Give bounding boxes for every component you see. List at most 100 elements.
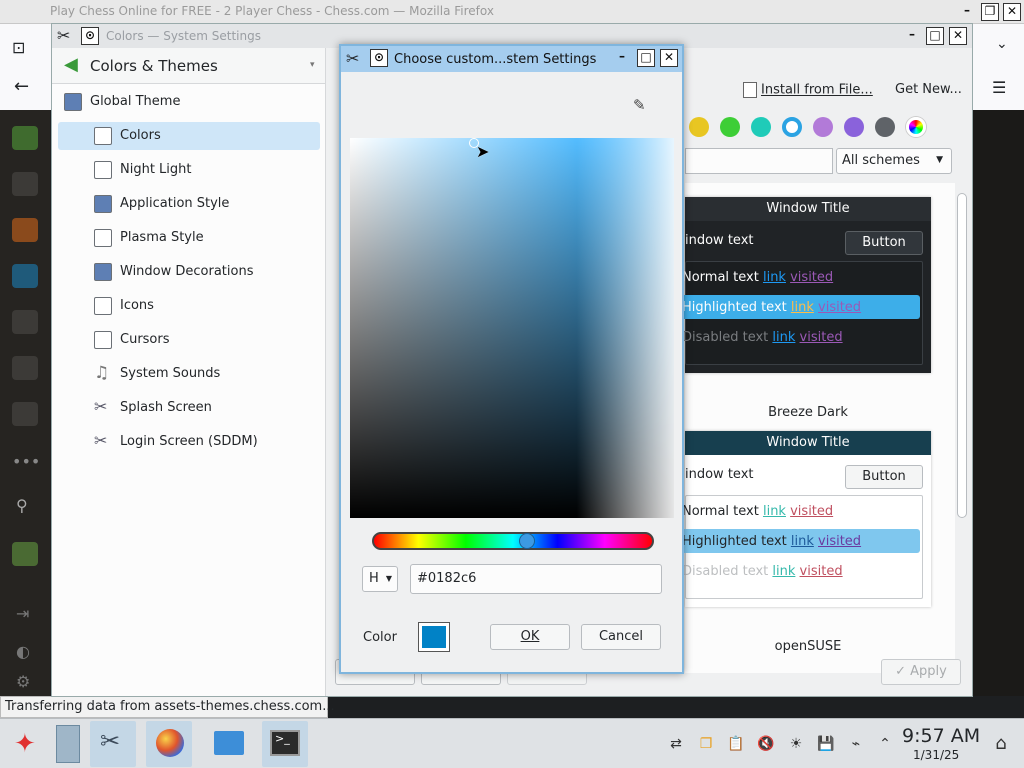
accent-swatch-lilac[interactable] — [813, 117, 833, 137]
taskbar: ✦ ✂ >_ ⇄ ❐ 📋 🔇 ☀ 💾 ⌁ ⌃ 9:57 AM 1/31/25 ⌂ — [0, 718, 1024, 768]
application-launcher-icon[interactable]: ✦ — [6, 721, 52, 767]
accent-swatch-gray[interactable] — [875, 117, 895, 137]
chess-learn-icon[interactable] — [12, 218, 38, 242]
chess-puzzles-icon[interactable] — [12, 172, 38, 196]
dialog-minimize-button[interactable]: – — [613, 49, 631, 67]
chess-login-icon[interactable]: ⇥ — [16, 604, 29, 623]
hue-slider-handle[interactable] — [519, 533, 535, 549]
chess-play-icon[interactable] — [12, 126, 38, 150]
scheme-preview-breeze-dark[interactable]: Window Title indow text Button Normal te… — [676, 197, 931, 373]
show-desktop-icon[interactable]: ⌂ — [988, 735, 1014, 753]
scheme-name-breeze-dark: Breeze Dark — [768, 405, 848, 420]
notifications-icon[interactable]: ❐ — [697, 735, 715, 753]
firefox-maximize-button[interactable]: ❐ — [981, 3, 999, 21]
expand-tray-icon[interactable]: ⌃ — [876, 735, 894, 753]
task-file-manager[interactable] — [206, 721, 252, 767]
firefox-menu-button[interactable]: ☰ — [992, 78, 1006, 97]
color-label: Color — [363, 630, 397, 645]
chess-profile-icon[interactable] — [12, 542, 38, 566]
sidebar-item-window-decorations[interactable]: Window Decorations — [58, 258, 320, 286]
volume-muted-icon[interactable]: 🔇 — [757, 735, 775, 753]
firefox-minimize-button[interactable]: – — [958, 3, 976, 21]
document-icon — [743, 82, 757, 98]
save-state-icon[interactable]: 💾 — [817, 735, 835, 753]
back-arrow-icon[interactable]: ◀ — [64, 54, 78, 75]
chess-more-icon[interactable] — [12, 402, 38, 426]
clock-date[interactable]: 1/31/25 — [913, 748, 959, 762]
chess-news-icon[interactable] — [12, 310, 38, 334]
desktop-pager-icon[interactable] — [54, 721, 84, 767]
sidebar-item-colors[interactable]: Colors — [58, 122, 320, 150]
chess-watch-icon[interactable] — [12, 264, 38, 288]
brightness-icon[interactable]: ☀ — [787, 735, 805, 753]
chess-theme-icon[interactable]: ◐ — [16, 642, 30, 661]
eyedropper-icon[interactable]: ✎ — [633, 96, 646, 114]
chevron-down-icon: ▼ — [385, 574, 392, 583]
settings-minimize-button[interactable]: – — [903, 27, 921, 45]
settings-close-button[interactable]: ✕ — [949, 27, 967, 45]
dialog-pin-button[interactable]: ⊙ — [370, 49, 388, 67]
scheme-filter-select[interactable]: All schemes ▼ — [836, 148, 952, 174]
clipboard-icon[interactable]: 📋 — [727, 735, 745, 753]
accent-swatch-teal[interactable] — [751, 117, 771, 137]
apply-button[interactable]: ✓ Apply — [881, 659, 961, 685]
network-share-icon[interactable]: ⇄ — [667, 735, 685, 753]
firefox-back-button[interactable]: ← — [14, 76, 29, 97]
preview-normal-line: Normal text link visited — [682, 270, 834, 285]
sidebar-item-icons[interactable]: Icons — [58, 292, 320, 320]
chess-search-icon[interactable]: ⚲ — [16, 496, 28, 515]
dialog-maximize-button[interactable]: □ — [637, 49, 655, 67]
accent-swatch-yellow[interactable] — [689, 117, 709, 137]
chess-more-dots-icon[interactable]: ••• — [12, 452, 40, 471]
hex-color-input[interactable]: #0182c6 — [410, 564, 662, 594]
chess-social-icon[interactable] — [12, 356, 38, 380]
get-new-button[interactable]: Get New... — [895, 82, 962, 97]
task-firefox[interactable] — [146, 721, 192, 767]
accent-swatch-purple[interactable] — [844, 117, 864, 137]
settings-pin-button[interactable]: ⊙ — [81, 27, 99, 45]
sidebar-item-global-theme[interactable]: Global Theme — [58, 88, 320, 116]
dialog-close-button[interactable]: ✕ — [660, 49, 678, 67]
sidebar-item-plasma-style[interactable]: Plasma Style — [58, 224, 320, 252]
cancel-button[interactable]: Cancel — [581, 624, 661, 650]
settings-maximize-button[interactable]: □ — [926, 27, 944, 45]
scheme-preview-opensuse[interactable]: Window Title indow text Button Normal te… — [676, 431, 931, 607]
sidebar-item-label: Night Light — [120, 162, 192, 177]
preview-button: Button — [845, 231, 923, 255]
task-terminal[interactable]: >_ — [262, 721, 308, 767]
settings-sidebar: ◀ Colors & Themes ▾ Global Theme Colors … — [52, 48, 326, 696]
sidebar-item-night-light[interactable]: Night Light — [58, 156, 320, 184]
preview-highlighted-line: Highlighted text link visited — [682, 300, 862, 315]
accent-swatch-green[interactable] — [720, 117, 740, 137]
task-system-settings[interactable]: ✂ — [90, 721, 136, 767]
custom-accent-color-picker[interactable] — [906, 117, 926, 137]
sidebar-item-application-style[interactable]: Application Style — [58, 190, 320, 218]
clock-time[interactable]: 9:57 AM — [902, 725, 980, 747]
sidebar-item-splash-screen[interactable]: ✂ Splash Screen — [58, 394, 320, 422]
color-mode-select[interactable]: H ▼ — [362, 566, 398, 592]
terminal-icon: >_ — [270, 730, 300, 756]
chess-page-right-area — [972, 110, 1024, 696]
firefox-tab-list-icon[interactable]: ⊡ — [12, 38, 25, 57]
firefox-close-button[interactable]: ✕ — [1003, 3, 1021, 21]
scrollbar-thumb[interactable] — [957, 193, 967, 518]
sidebar-item-login-screen[interactable]: ✂ Login Screen (SDDM) — [58, 428, 320, 456]
sidebar-item-cursors[interactable]: Cursors — [58, 326, 320, 354]
hue-slider[interactable] — [372, 532, 654, 550]
network-icon[interactable]: ⌁ — [847, 735, 865, 753]
scheme-search-input[interactable] — [685, 148, 833, 174]
chess-site-sidebar: ••• ⚲ ⇥ ◐ ⚙ — [0, 110, 50, 696]
ok-button[interactable]: OK — [490, 624, 570, 650]
sidebar-item-label: Global Theme — [90, 94, 181, 109]
sidebar-menu-icon[interactable]: ▾ — [310, 60, 315, 70]
preview-body: indow text Button Normal text link visit… — [676, 455, 931, 607]
scheme-list-scrollbar[interactable] — [955, 183, 969, 673]
firefox-tabs-dropdown-icon[interactable]: ⌄ — [996, 36, 1008, 52]
sidebar-item-label: Application Style — [120, 196, 230, 211]
chess-settings-icon[interactable]: ⚙ — [16, 672, 30, 691]
sidebar-header[interactable]: ◀ Colors & Themes ▾ — [52, 48, 325, 84]
sidebar-item-system-sounds[interactable]: ♫ System Sounds — [58, 360, 320, 388]
install-from-file-button[interactable]: Install from File... — [743, 82, 873, 98]
accent-swatch-blue[interactable] — [782, 117, 802, 137]
selected-color-swatch[interactable] — [418, 622, 450, 652]
